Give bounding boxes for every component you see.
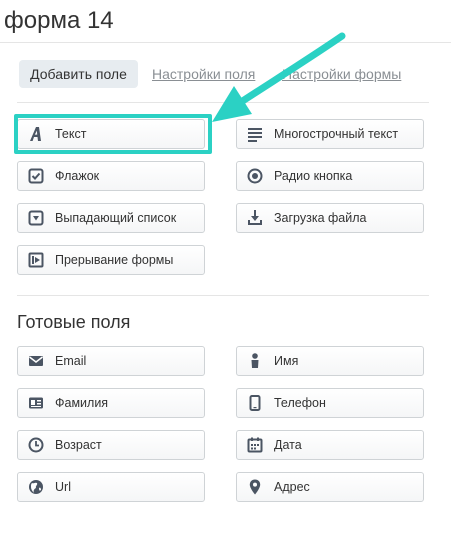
field-label: Дата xyxy=(274,438,302,452)
highlight-frame xyxy=(14,114,212,154)
calendar-icon xyxy=(247,437,263,453)
lines-icon xyxy=(247,126,263,142)
add-checkbox-field-button[interactable]: Флажок xyxy=(17,161,205,191)
add-address-field-button[interactable]: Адрес xyxy=(236,472,424,502)
add-email-field-button[interactable]: Email xyxy=(17,346,205,376)
ready-fields-title: Готовые поля xyxy=(17,312,131,332)
globe-icon xyxy=(28,479,44,495)
add-file-upload-field-button[interactable]: Загрузка файла xyxy=(236,203,424,233)
field-label: Загрузка файла xyxy=(274,211,367,225)
pointer-arrow xyxy=(212,32,346,122)
field-label: Радио кнопка xyxy=(274,169,353,183)
field-label: Прерывание формы xyxy=(55,253,174,267)
add-date-field-button[interactable]: Дата xyxy=(236,430,424,460)
field-label: Адрес xyxy=(274,480,310,494)
map-pin-icon xyxy=(247,479,263,495)
field-label: Имя xyxy=(274,354,299,368)
dropdown-icon xyxy=(28,210,44,226)
page-title: форма 14 xyxy=(4,7,114,34)
field-label: Выпадающий список xyxy=(55,211,177,225)
download-icon xyxy=(247,210,263,226)
clock-icon xyxy=(28,437,44,453)
field-label: Фамилия xyxy=(55,396,109,410)
radio-icon xyxy=(247,168,263,184)
person-icon xyxy=(247,353,263,369)
tab-add-field[interactable]: Добавить поле xyxy=(19,60,138,88)
envelope-icon xyxy=(28,353,44,369)
field-label: Возраст xyxy=(55,438,102,452)
add-age-field-button[interactable]: Возраст xyxy=(17,430,205,460)
add-radio-field-button[interactable]: Радио кнопка xyxy=(236,161,424,191)
add-phone-field-button[interactable]: Телефон xyxy=(236,388,424,418)
section-divider xyxy=(17,295,429,296)
field-label: Телефон xyxy=(274,396,326,410)
add-url-field-button[interactable]: Url xyxy=(17,472,205,502)
add-surname-field-button[interactable]: Фамилия xyxy=(17,388,205,418)
checkbox-icon xyxy=(28,168,44,184)
page-break-icon xyxy=(28,252,44,268)
id-card-icon xyxy=(28,395,44,411)
field-label: Url xyxy=(55,480,71,494)
field-label: Флажок xyxy=(55,169,100,183)
phone-icon xyxy=(247,395,263,411)
add-name-field-button[interactable]: Имя xyxy=(236,346,424,376)
field-label: Email xyxy=(55,354,87,368)
add-page-break-button[interactable]: Прерывание формы xyxy=(17,245,205,275)
add-dropdown-field-button[interactable]: Выпадающий список xyxy=(17,203,205,233)
